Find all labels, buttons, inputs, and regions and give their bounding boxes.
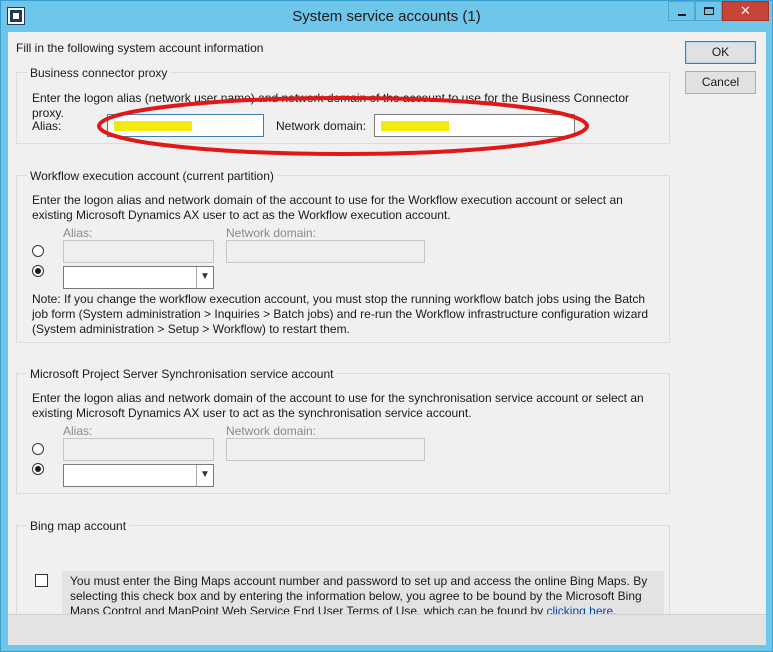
dialog-body: Fill in the following system account inf… [8, 32, 766, 645]
alias-input[interactable] [63, 438, 214, 461]
network-domain-label: Network domain: [276, 119, 367, 133]
alias-label: Alias: [63, 424, 93, 438]
minimize-button[interactable] [668, 1, 695, 21]
workflow-note: Note: If you change the workflow executi… [32, 292, 649, 336]
intro-text: Fill in the following system account inf… [16, 41, 264, 55]
group-description: Enter the logon alias and network domain… [32, 193, 623, 222]
group-title: Workflow execution account (current part… [27, 169, 277, 183]
project-server-group: Microsoft Project Server Synchronisation… [16, 367, 670, 494]
close-icon: ✕ [740, 3, 751, 18]
group-title: Business connector proxy [27, 66, 171, 80]
redaction-mark [114, 121, 192, 131]
user-option-radio[interactable] [32, 463, 44, 475]
group-title: Bing map account [27, 519, 130, 533]
window-title: System service accounts (1) [292, 8, 481, 25]
group-description: Enter the logon alias and network domain… [32, 391, 644, 420]
cancel-button[interactable]: Cancel [685, 71, 756, 94]
workflow-account-group: Workflow execution account (current part… [16, 169, 670, 343]
user-select[interactable]: ▼ [63, 266, 214, 289]
business-connector-group: Business connector proxy Enter the logon… [16, 66, 670, 144]
alias-label: Alias: [32, 119, 62, 133]
alias-input[interactable] [107, 114, 264, 137]
user-select[interactable]: ▼ [63, 464, 214, 487]
dialog-window: System service accounts (1) ✕ Fill in th… [0, 0, 773, 652]
minimize-icon [678, 14, 686, 16]
network-domain-input[interactable] [226, 240, 425, 263]
alias-option-radio[interactable] [32, 245, 44, 257]
ok-button[interactable]: OK [685, 41, 756, 64]
network-domain-input[interactable] [374, 114, 575, 137]
alias-input[interactable] [63, 240, 214, 263]
network-domain-label: Network domain: [226, 424, 317, 438]
alias-label: Alias: [63, 226, 93, 240]
status-strip [8, 614, 766, 645]
network-domain-input[interactable] [226, 438, 425, 461]
maximize-button[interactable] [695, 1, 722, 21]
group-title: Microsoft Project Server Synchronisation… [27, 367, 337, 381]
maximize-icon [704, 7, 714, 15]
bing-agree-checkbox[interactable] [35, 574, 48, 587]
user-option-radio[interactable] [32, 265, 44, 277]
network-domain-label: Network domain: [226, 226, 317, 240]
chevron-down-icon[interactable]: ▼ [196, 465, 213, 486]
alias-option-radio[interactable] [32, 443, 44, 455]
close-button[interactable]: ✕ [722, 1, 769, 21]
chevron-down-icon[interactable]: ▼ [196, 267, 213, 288]
bing-terms-text: You must enter the Bing Maps account num… [70, 574, 660, 619]
redaction-mark [381, 121, 449, 131]
title-bar[interactable]: System service accounts (1) ✕ [1, 1, 772, 32]
